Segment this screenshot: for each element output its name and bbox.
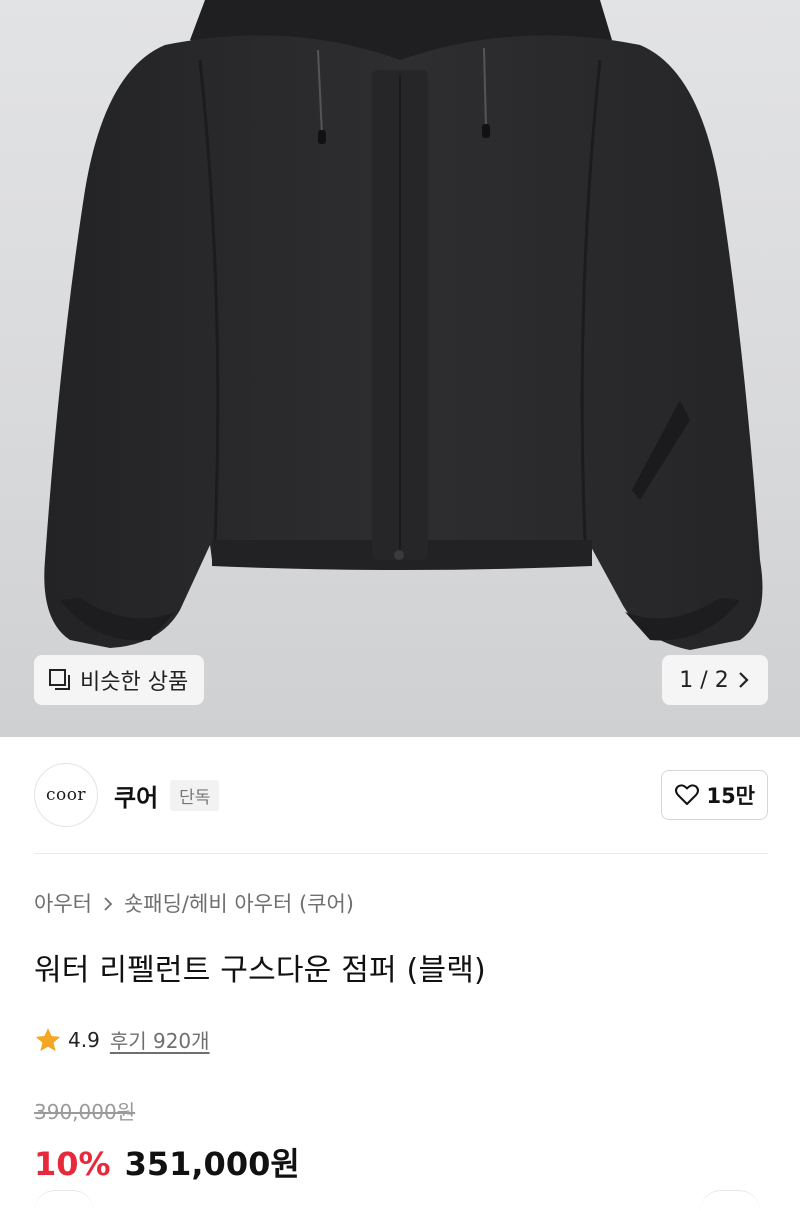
brand-logo-text: coor xyxy=(45,785,87,805)
like-button[interactable]: 15만 xyxy=(661,770,768,820)
jacket-photo xyxy=(44,0,763,650)
original-price: 390,000원 xyxy=(34,1100,136,1124)
breadcrumb: 아우터 숏패딩/헤비 아우터 (쿠어) xyxy=(34,888,354,918)
product-image-gallery[interactable]: 비슷한 상품 1 / 2 xyxy=(0,0,800,737)
similar-items-icon xyxy=(48,668,72,692)
image-page-indicator[interactable]: 1 / 2 xyxy=(662,655,768,705)
chevron-right-icon xyxy=(102,894,114,912)
similar-products-label: 비슷한 상품 xyxy=(80,670,189,695)
discount-rate: 10% xyxy=(34,1145,111,1183)
brand-row: coor 쿠어 단독 15만 xyxy=(34,762,768,828)
exclusive-badge: 단독 xyxy=(170,779,220,811)
page-indicator-text: 1 / 2 xyxy=(679,667,729,693)
chevron-right-icon xyxy=(737,670,751,690)
similar-products-button[interactable]: 비슷한 상품 xyxy=(34,655,205,705)
price-row: 10% 351,000원 xyxy=(34,1139,300,1185)
product-title: 워터 리펠런트 구스다운 점퍼 (블랙) xyxy=(34,953,486,988)
bottom-element-edge xyxy=(34,1190,94,1211)
like-count: 15만 xyxy=(706,784,755,808)
rating-row: 4.9 후기 920개 xyxy=(34,1025,210,1054)
breadcrumb-item-outer[interactable]: 아우터 xyxy=(34,888,92,918)
divider xyxy=(34,853,768,854)
bottom-element-edge xyxy=(700,1190,760,1211)
brand-name[interactable]: 쿠어 xyxy=(114,778,158,813)
breadcrumb-item-category[interactable]: 숏패딩/헤비 아우터 (쿠어) xyxy=(124,888,354,918)
review-count-link[interactable]: 후기 920개 xyxy=(110,1025,210,1054)
rating-score: 4.9 xyxy=(68,1027,100,1052)
heart-icon xyxy=(674,783,700,807)
brand-logo[interactable]: coor xyxy=(34,763,98,827)
sale-price: 351,000원 xyxy=(124,1145,300,1183)
star-icon xyxy=(34,1026,62,1054)
